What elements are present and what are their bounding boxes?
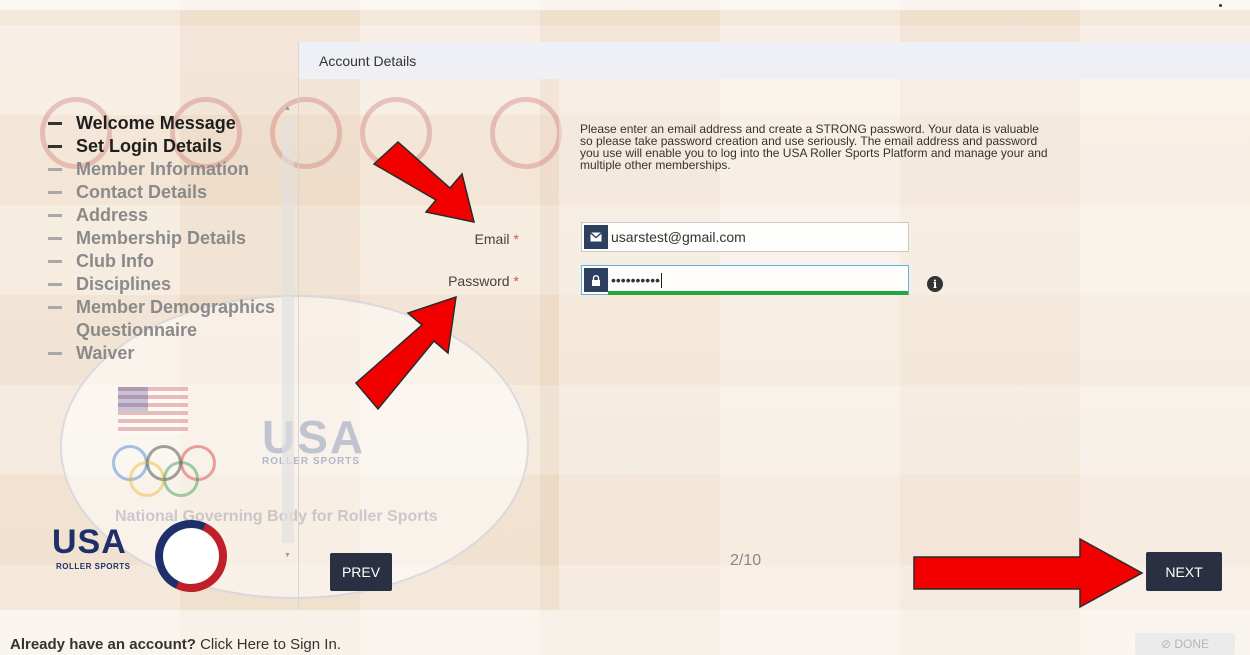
signin-link[interactable]: Already have an account? Click Here to S… [10,636,341,653]
password-label: Password * [399,273,519,289]
ring [129,461,165,497]
step-item-club-info[interactable]: Club Info [48,250,278,273]
top-strip [0,0,1250,10]
lock-icon [584,268,608,292]
envelope-icon-svg [590,232,602,242]
prev-button[interactable]: PREV [330,553,392,591]
step-item-set-login-details[interactable]: Set Login Details [48,135,278,158]
step-list: Welcome Message Set Login Details Member… [48,112,278,365]
us-flag-canton [118,387,148,411]
step-item-disciplines[interactable]: Disciplines [48,273,278,296]
email-label-text: Email [474,231,510,247]
logo-subtitle: ROLLER SPORTS [56,562,131,571]
panel-title: Account Details [319,53,417,69]
step-item-membership-details[interactable]: Membership Details [48,227,278,250]
step-item-contact-details[interactable]: Contact Details [48,181,278,204]
email-field[interactable]: usarstest@gmail.com [581,222,909,252]
step-item-address[interactable]: Address [48,204,278,227]
step-progress: 2/10 [730,552,762,569]
usars-logo: USA ROLLER SPORTS [52,509,238,603]
lock-icon-svg [592,274,600,286]
step-item-welcome-message[interactable]: Welcome Message [48,112,278,135]
intro-text: Please enter an email address and create… [580,122,1048,172]
required-mark: * [513,273,519,289]
next-button[interactable]: NEXT [1146,552,1222,591]
signin-rest-text: Click Here to Sign In. [195,636,341,653]
scroll-up-icon[interactable]: ▲ [284,105,291,112]
password-label-text: Password [448,273,510,289]
password-strength-bar [608,291,908,295]
red-arrow-to-email [372,140,476,223]
envelope-icon [584,225,608,249]
text-caret [661,272,663,288]
required-mark: * [513,231,519,247]
email-label: Email * [399,231,519,247]
ring [163,461,199,497]
done-button[interactable]: ⊘ DONE [1135,633,1235,655]
red-arrow-to-password [354,295,457,411]
step-item-member-demographics[interactable]: Member Demographics Questionnaire [48,296,278,342]
logo-text: USA [52,523,127,561]
signin-bold-text: Already have an account? [10,636,196,653]
menu-dot [1219,4,1222,7]
red-arrow-to-next [913,537,1144,609]
step-item-waiver[interactable]: Waiver [48,342,278,365]
password-value: •••••••••• [611,272,661,288]
info-icon[interactable]: i [927,276,943,292]
email-value: usarstest@gmail.com [611,229,746,245]
step-item-member-information[interactable]: Member Information [48,158,278,181]
sidebar-scrollbar[interactable] [282,118,294,543]
scroll-down-icon[interactable]: ▼ [284,552,291,559]
panel-header: Account Details [299,42,1250,79]
